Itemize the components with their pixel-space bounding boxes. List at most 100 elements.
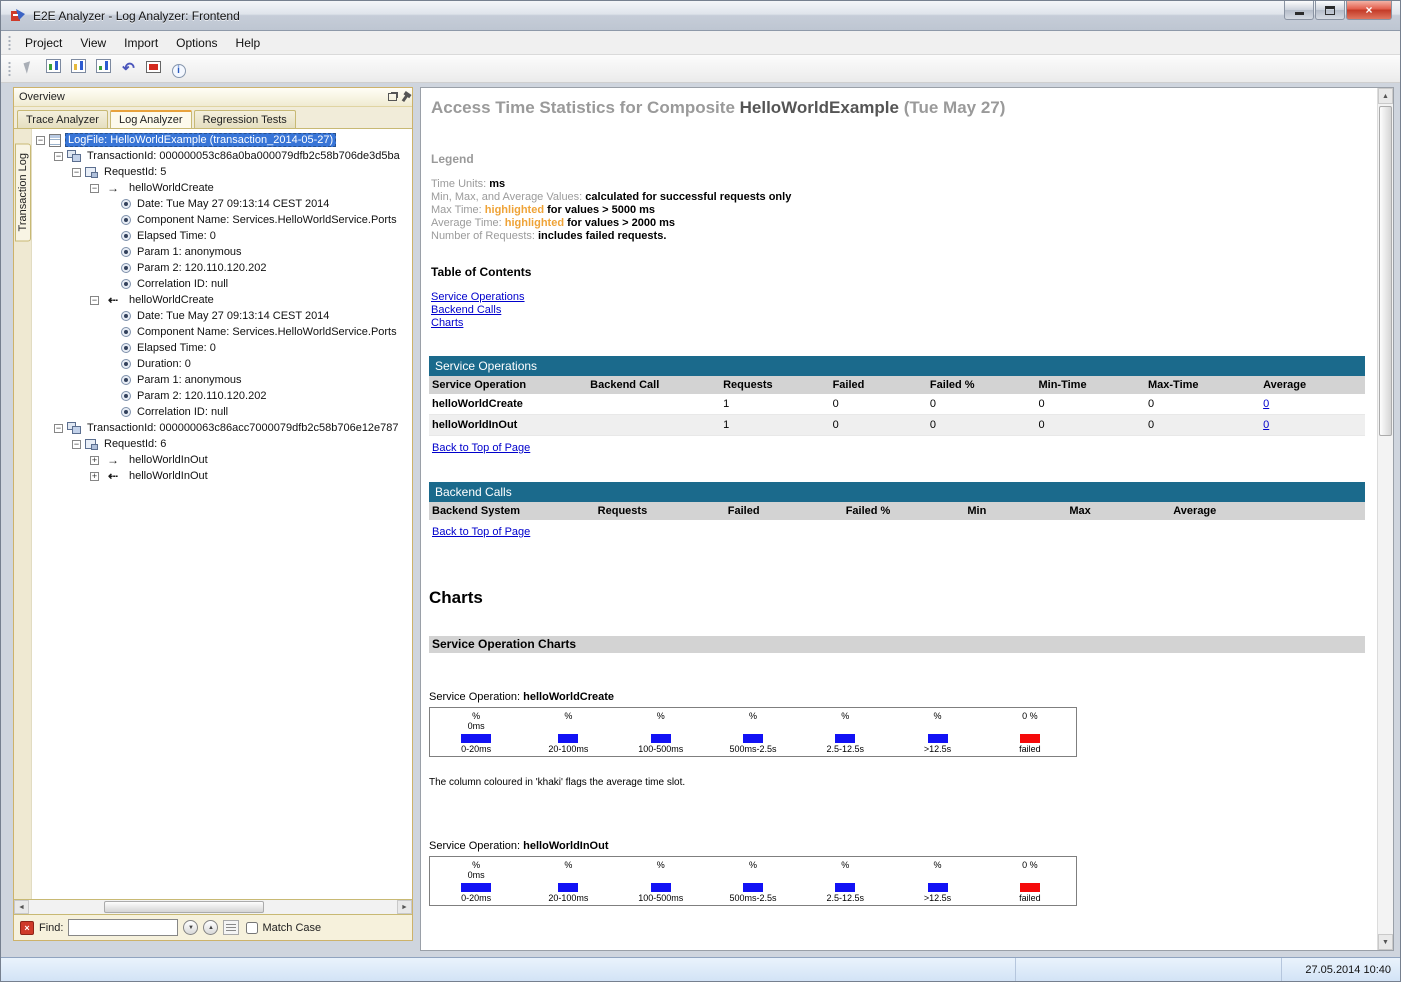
undo-button[interactable]: ↶ xyxy=(117,58,140,80)
average-link[interactable]: 0 xyxy=(1263,398,1269,410)
expander-icon[interactable]: − xyxy=(54,424,63,433)
chart-category-label: 0-20ms xyxy=(461,744,491,754)
info-button[interactable]: i xyxy=(167,60,190,82)
tree-node-label: helloWorldInOut xyxy=(127,454,210,466)
tree-node[interactable]: Component Name: Services.HelloWorldServi… xyxy=(32,212,412,228)
table-cell: 0 xyxy=(830,415,927,436)
panel-splitter[interactable] xyxy=(413,87,420,951)
expander-icon[interactable]: + xyxy=(90,472,99,481)
find-input[interactable] xyxy=(68,919,178,936)
chart-title-prefix: Service Operation: xyxy=(429,691,523,703)
menu-help[interactable]: Help xyxy=(227,33,270,53)
scroll-left-arrow-icon[interactable]: ◄ xyxy=(14,900,29,914)
column-header-max: Max xyxy=(1066,502,1170,520)
match-case-checkbox[interactable] xyxy=(246,922,258,934)
table-of-contents: Service OperationsBackend CallsCharts xyxy=(431,291,1365,330)
table-row: helloWorldCreate100000 xyxy=(429,394,1365,415)
backend-calls-section: Backend CallsBackend SystemRequestsFaile… xyxy=(429,482,1365,540)
chart-category-label: 100-500ms xyxy=(638,744,683,754)
legend-line: Min, Max, and Average Values: calculated… xyxy=(431,191,1365,204)
scroll-up-arrow-icon[interactable]: ▲ xyxy=(1378,88,1393,104)
scrollbar-thumb[interactable] xyxy=(104,901,264,913)
toc-link-service-operations[interactable]: Service Operations xyxy=(431,291,1365,304)
toc-link-charts[interactable]: Charts xyxy=(431,317,1365,330)
menu-project[interactable]: Project xyxy=(16,33,71,53)
tree-node[interactable]: − helloWorldCreate xyxy=(32,292,412,308)
tree-node[interactable]: Param 2: 120.110.120.202 xyxy=(32,388,412,404)
analyzer-chart-button[interactable] xyxy=(67,55,90,77)
backend-calls-table: Backend SystemRequestsFailedFailed %MinM… xyxy=(429,502,1365,520)
tree-node-label: helloWorldCreate xyxy=(127,294,216,306)
attribute-icon xyxy=(121,199,131,209)
tree-node[interactable]: Date: Tue May 27 09:13:14 CEST 2014 xyxy=(32,308,412,324)
tree-node[interactable]: −RequestId: 5 xyxy=(32,164,412,180)
pin-panel-icon[interactable] xyxy=(402,92,410,101)
menu-view[interactable]: View xyxy=(71,33,115,53)
tree-node[interactable]: Elapsed Time: 0 xyxy=(32,340,412,356)
response-arrow-icon xyxy=(103,469,123,483)
tree-node[interactable]: − LogFile: HelloWorldExample (transaction… xyxy=(32,132,412,148)
expander-icon[interactable]: − xyxy=(72,168,81,177)
tab-log-analyzer[interactable]: Log Analyzer xyxy=(110,110,192,128)
chart-category-label: 500ms-2.5s xyxy=(729,744,776,754)
scrollbar-thumb[interactable] xyxy=(1379,106,1392,436)
menu-options[interactable]: Options xyxy=(167,33,226,53)
menu-import[interactable]: Import xyxy=(115,33,167,53)
tab-regression-tests[interactable]: Regression Tests xyxy=(194,110,296,128)
tree-node-label: TransactionId: 000000053c86a0ba000079dfb… xyxy=(85,150,402,162)
tree-node[interactable]: Date: Tue May 27 09:13:14 CEST 2014 xyxy=(32,196,412,212)
expander-icon[interactable]: − xyxy=(90,296,99,305)
minimize-button[interactable] xyxy=(1284,1,1314,20)
tree-node[interactable]: Elapsed Time: 0 xyxy=(32,228,412,244)
scroll-down-arrow-icon[interactable]: ▼ xyxy=(1378,934,1393,950)
status-datetime: 27.05.2014 10:40 xyxy=(1282,958,1400,981)
tree-node[interactable]: Correlation ID: null xyxy=(32,276,412,292)
expander-icon[interactable]: − xyxy=(54,152,63,161)
screen-capture-button[interactable] xyxy=(142,56,165,78)
close-button[interactable]: × xyxy=(1346,1,1392,20)
tree-node[interactable]: +helloWorldInOut xyxy=(32,468,412,484)
tree-node[interactable]: Param 1: anonymous xyxy=(32,372,412,388)
expander-icon[interactable]: − xyxy=(36,136,45,145)
expander-icon[interactable]: − xyxy=(90,184,99,193)
scroll-right-arrow-icon[interactable]: ► xyxy=(397,900,412,914)
pointer-button[interactable] xyxy=(17,57,40,79)
find-previous-button[interactable]: ▲ xyxy=(203,920,218,935)
column-header-backend-call: Backend Call xyxy=(587,376,720,394)
find-close-icon[interactable]: × xyxy=(20,921,34,935)
float-panel-icon[interactable] xyxy=(388,93,397,101)
average-link[interactable]: 0 xyxy=(1263,419,1269,431)
expander-icon[interactable]: − xyxy=(72,440,81,449)
attribute-icon xyxy=(121,359,131,369)
chart-category-label: failed xyxy=(1019,744,1041,754)
tree-node[interactable]: −TransactionId: 000000063c86acc7000079df… xyxy=(32,420,412,436)
back-to-top-link[interactable]: Back to Top of Page xyxy=(432,526,530,538)
menu-grip-icon xyxy=(7,35,12,51)
tree-node[interactable]: − TransactionId: 000000053c86a0ba000079df… xyxy=(32,148,412,164)
tab-trace-analyzer[interactable]: Trace Analyzer xyxy=(17,110,108,128)
transaction-log-tab[interactable]: Transaction Log xyxy=(15,143,31,241)
chart-percent-label: 0 % xyxy=(1022,860,1038,870)
tree-node[interactable]: −helloWorldCreate xyxy=(32,180,412,196)
back-to-top-link[interactable]: Back to Top of Page xyxy=(432,442,530,454)
tree-node-label: LogFile: HelloWorldExample (transaction_… xyxy=(65,133,336,147)
log-import-button[interactable] xyxy=(42,55,65,77)
tree-node[interactable]: Correlation ID: null xyxy=(32,404,412,420)
chart-table: %0ms0-20ms%20-100ms%100-500ms%500ms-2.5s… xyxy=(429,707,1077,757)
tree-node[interactable]: −RequestId: 6 xyxy=(32,436,412,452)
highlight-matches-button[interactable] xyxy=(223,920,239,935)
maximize-button[interactable] xyxy=(1315,1,1345,20)
title-bar[interactable]: E2E Analyzer - Log Analyzer: Frontend × xyxy=(1,1,1400,31)
expander-icon[interactable]: + xyxy=(90,456,99,465)
chart-percent-label: % xyxy=(564,711,572,721)
tree-node-label: Date: Tue May 27 09:13:14 CEST 2014 xyxy=(135,310,331,322)
tree-node[interactable]: Param 2: 120.110.120.202 xyxy=(32,260,412,276)
chart-percent-label: % xyxy=(934,860,942,870)
toc-link-backend-calls[interactable]: Backend Calls xyxy=(431,304,1365,317)
tree-node[interactable]: Component Name: Services.HelloWorldServi… xyxy=(32,324,412,340)
regression-chart-button[interactable] xyxy=(92,55,115,77)
tree-node[interactable]: + helloWorldInOut xyxy=(32,452,412,468)
find-next-button[interactable]: ▼ xyxy=(183,920,198,935)
tree-node[interactable]: Param 1: anonymous xyxy=(32,244,412,260)
tree-node[interactable]: Duration: 0 xyxy=(32,356,412,372)
